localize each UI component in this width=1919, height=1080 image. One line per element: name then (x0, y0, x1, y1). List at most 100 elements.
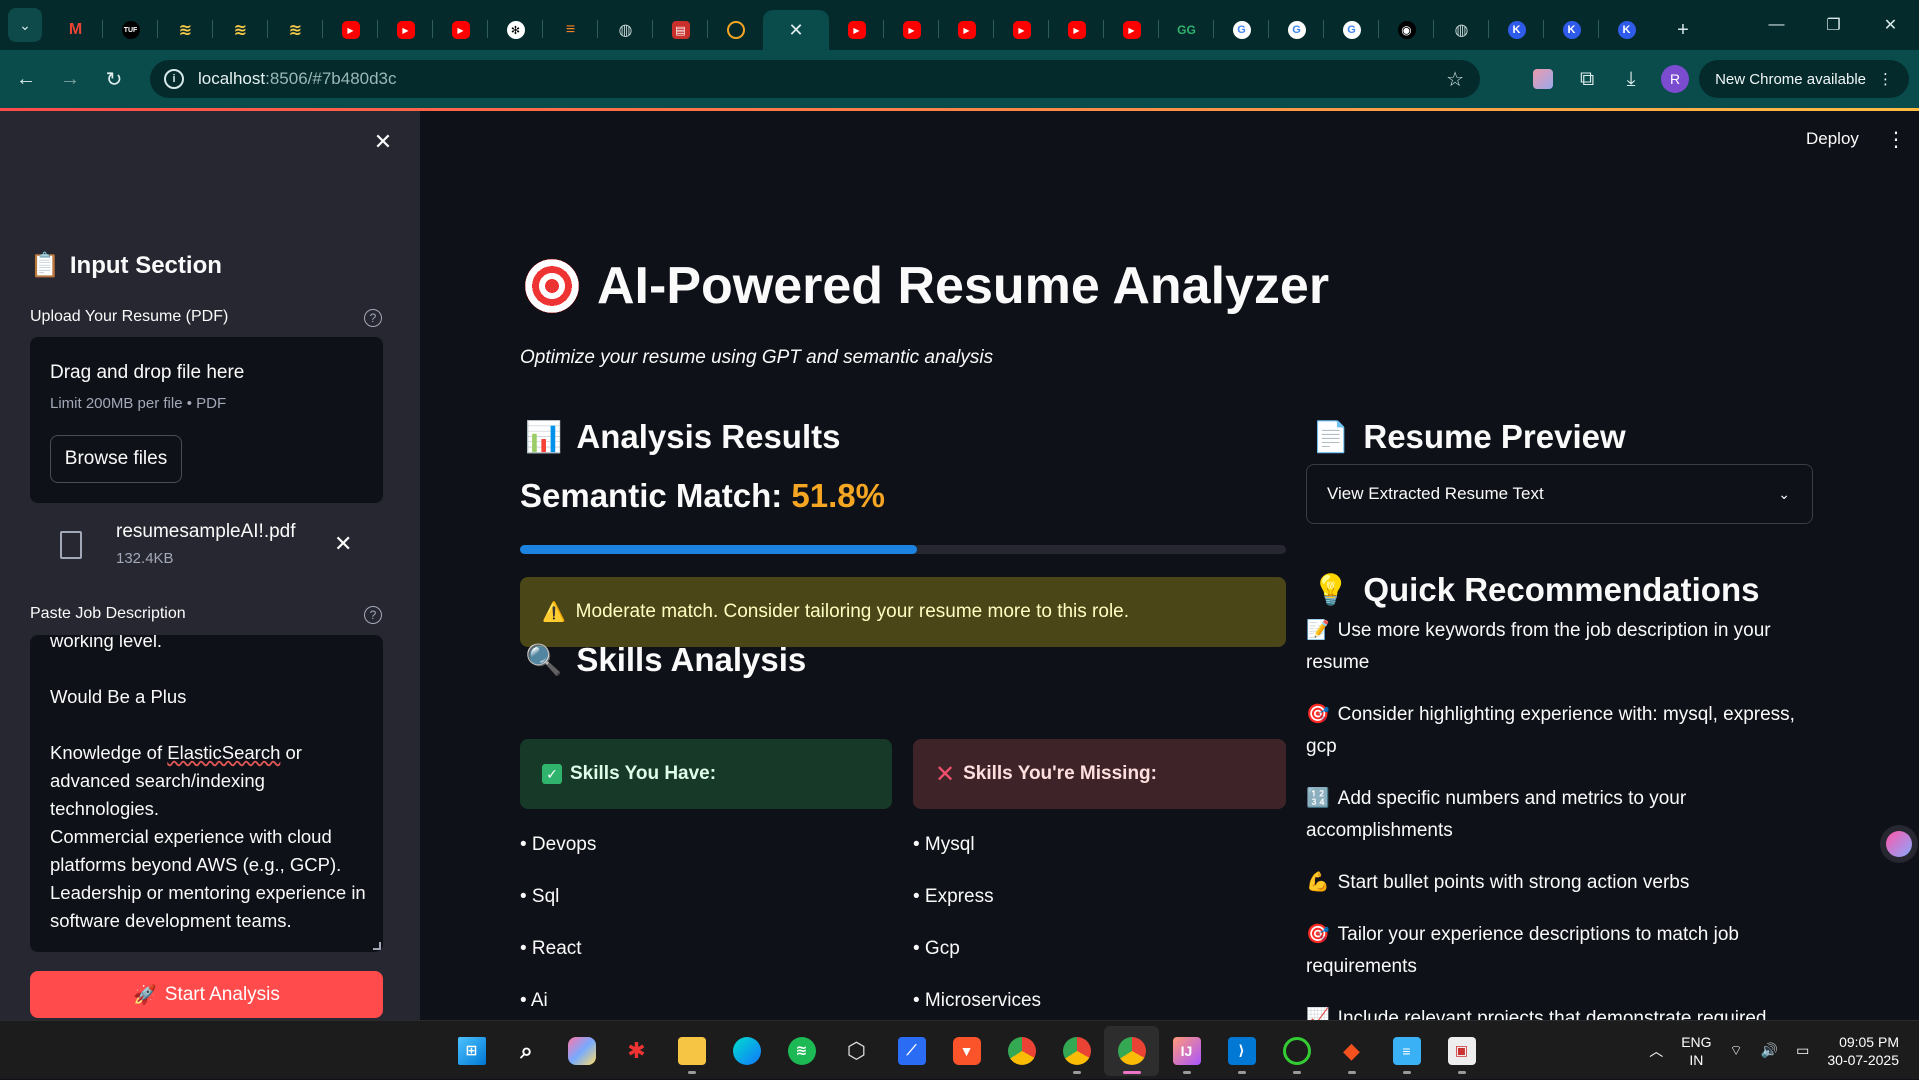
page-title-text: AI-Powered Resume Analyzer (597, 257, 1330, 315)
tab-globe-2[interactable]: ◍ (1434, 10, 1489, 50)
language-indicator[interactable]: ENG IN (1681, 1033, 1711, 1069)
intellij-button[interactable]: IJ (1159, 1026, 1214, 1076)
tab-k-2[interactable]: K (1544, 10, 1599, 50)
toolbar-actions: ⧉ ⤓ R New Chrome available ⋮ (1523, 60, 1909, 98)
profile-avatar[interactable]: R (1661, 65, 1690, 93)
remove-file-button[interactable]: ✕ (334, 531, 352, 557)
wifi-icon[interactable]: ⌔ (1730, 1042, 1743, 1060)
edge-icon (732, 1036, 761, 1065)
tab-youtube-6[interactable]: ▶ (939, 10, 994, 50)
notepad-button[interactable]: ≡ (1379, 1026, 1434, 1076)
floating-assistant-button[interactable] (1880, 825, 1918, 863)
back-button[interactable]: ← (8, 61, 44, 97)
app-red-button[interactable]: ✱ (609, 1026, 664, 1076)
tab-k-1[interactable]: K (1489, 10, 1544, 50)
app-blue-button[interactable]: ⟋ (884, 1026, 939, 1076)
close-window-button[interactable]: ✕ (1862, 0, 1919, 50)
skills-have-box: ✓ Skills You Have: (520, 739, 892, 809)
brave-button[interactable]: ▼ (939, 1026, 994, 1076)
unity-button[interactable]: ⬡ (829, 1026, 884, 1076)
target-icon (525, 259, 579, 313)
tab-youtube-4[interactable]: ▶ (829, 10, 884, 50)
reload-button[interactable]: ↻ (96, 61, 132, 97)
recommendation-item: 💪 Start bullet points with strong action … (1306, 867, 1806, 899)
sidebar-title: 📋 Input Section (30, 251, 222, 280)
extension-button[interactable] (1523, 60, 1563, 98)
spotify-button[interactable]: ≋ (774, 1026, 829, 1076)
bookmark-star-icon[interactable]: ☆ (1446, 67, 1464, 92)
copilot-button[interactable] (554, 1026, 609, 1076)
tab-search-button[interactable]: ⌄ (8, 8, 42, 42)
tab-stack-3[interactable]: ≋ (268, 10, 323, 50)
search-button[interactable]: ⌕ (499, 1026, 554, 1076)
tab-stackoverflow[interactable]: ≡ (543, 10, 598, 50)
tab-youtube-3[interactable]: ▶ (433, 10, 488, 50)
downloads-button[interactable]: ⤓ (1611, 60, 1651, 98)
tab-github[interactable]: ◉ (1379, 10, 1434, 50)
tab-youtube-9[interactable]: ▶ (1104, 10, 1159, 50)
site-info-icon[interactable]: i (164, 69, 184, 89)
deploy-button[interactable]: Deploy (1806, 129, 1859, 149)
tab-youtube-2[interactable]: ▶ (378, 10, 433, 50)
chevron-up-icon[interactable]: ︿ (1649, 1041, 1663, 1061)
address-url[interactable]: localhost:8506/#7b480d3c (198, 69, 397, 89)
file-dropzone[interactable]: Drag and drop file here Limit 200MB per … (30, 337, 383, 503)
tab-openai[interactable]: ✻ (488, 10, 543, 50)
browse-files-button[interactable]: Browse files (50, 435, 182, 483)
vscode-button[interactable]: ⟩ (1214, 1026, 1269, 1076)
chrome-profile-button[interactable] (1049, 1026, 1104, 1076)
tab-stack-1[interactable]: ≋ (158, 10, 213, 50)
tab-youtube-5[interactable]: ▶ (884, 10, 939, 50)
chrome-active-button[interactable] (1104, 1025, 1159, 1076)
tab-stack-2[interactable]: ≋ (213, 10, 268, 50)
resume-text-expander[interactable]: View Extracted Resume Text ⌄ (1306, 464, 1813, 524)
job-description-textarea[interactable]: working level. Would Be a Plus Knowledge… (30, 635, 383, 952)
volume-icon[interactable]: 🔊 (1761, 1042, 1778, 1059)
address-bar[interactable]: i localhost:8506/#7b480d3c ☆ (150, 60, 1480, 98)
tab-google-3[interactable]: G (1324, 10, 1379, 50)
help-icon[interactable]: ? (364, 606, 382, 624)
close-tab-icon[interactable]: ✕ (788, 20, 803, 41)
resize-handle[interactable] (373, 942, 381, 950)
git-icon: ◆ (1343, 1037, 1360, 1063)
tab-google-1[interactable]: G (1214, 10, 1269, 50)
tab-tuf[interactable]: TUF (103, 10, 158, 50)
target-icon: 🎯 (1306, 704, 1330, 725)
tab-loading[interactable] (708, 10, 763, 50)
youtube-icon: ▶ (396, 21, 415, 39)
git-button[interactable]: ◆ (1324, 1026, 1379, 1076)
tab-gfg[interactable]: GG (1159, 10, 1214, 50)
file-icon (60, 531, 82, 559)
tab-google-2[interactable]: G (1269, 10, 1324, 50)
chrome-icon (1062, 1036, 1091, 1065)
tab-youtube-1[interactable]: ▶ (323, 10, 378, 50)
clock[interactable]: 09:05 PM 30-07-2025 (1827, 1033, 1899, 1069)
edge-button[interactable] (719, 1026, 774, 1076)
tab-youtube-8[interactable]: ▶ (1049, 10, 1104, 50)
tab-k-3[interactable]: K (1599, 10, 1654, 50)
main-menu-icon[interactable]: ⋮ (1886, 127, 1906, 152)
cross-icon: ✕ (935, 760, 956, 788)
stackoverflow-icon: ≡ (565, 21, 576, 38)
new-tab-button[interactable]: + (1668, 15, 1698, 45)
help-icon[interactable]: ? (364, 309, 382, 327)
tab-active-resume-analyzer[interactable]: ✕ (763, 10, 829, 50)
start-button[interactable]: ⊞ (444, 1026, 499, 1076)
copilot-icon (567, 1036, 596, 1065)
start-analysis-button[interactable]: 🚀 Start Analysis (30, 971, 383, 1018)
battery-icon[interactable]: ▭ (1796, 1042, 1809, 1059)
chrome-update-button[interactable]: New Chrome available ⋮ (1699, 60, 1909, 98)
sidebar-close-button[interactable]: ✕ (370, 129, 396, 155)
tab-pdf[interactable]: ▤ (653, 10, 708, 50)
tab-globe[interactable]: ◍ (598, 10, 653, 50)
file-explorer-button[interactable] (664, 1026, 719, 1076)
app-misc-button[interactable]: ▣ (1434, 1026, 1489, 1076)
restore-button[interactable]: ❐ (1805, 0, 1862, 50)
chrome-button[interactable] (994, 1026, 1049, 1076)
app-green-ring-button[interactable] (1269, 1026, 1324, 1076)
extensions-button[interactable]: ⧉ (1567, 60, 1607, 98)
tab-gmail[interactable]: M (48, 10, 103, 50)
forward-button[interactable]: → (52, 61, 88, 97)
tab-youtube-7[interactable]: ▶ (994, 10, 1049, 50)
minimize-button[interactable]: — (1748, 0, 1805, 50)
